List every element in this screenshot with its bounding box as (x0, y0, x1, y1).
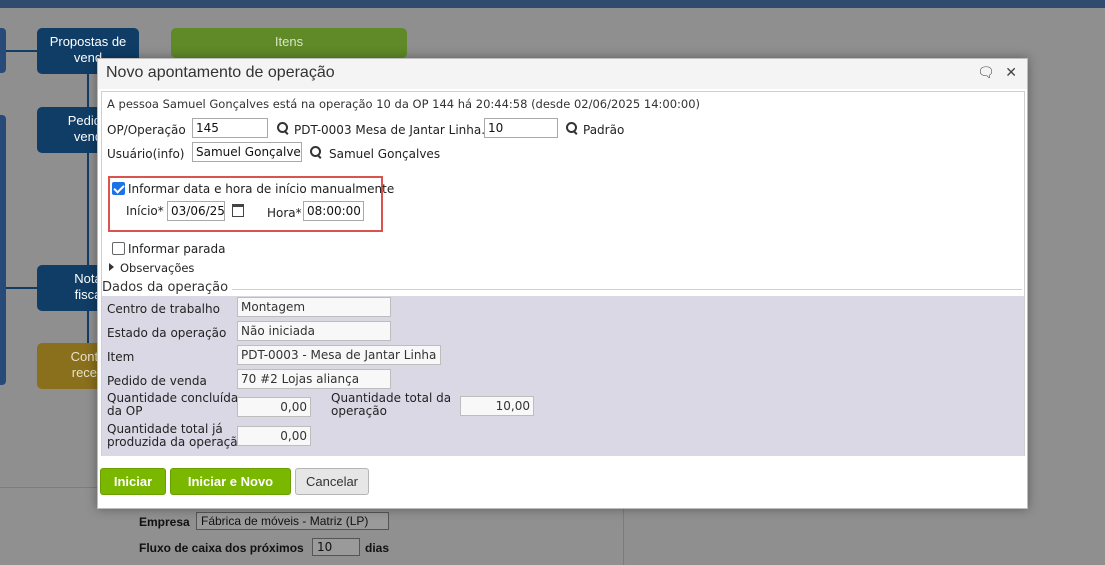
calendar-icon[interactable] (232, 204, 244, 217)
inicio-label: Início* (126, 204, 164, 218)
hora-input[interactable]: 08:00:00 (303, 201, 364, 221)
dialog: Novo apontamento de operação 🗨 ✕ A pesso… (97, 58, 1028, 509)
close-icon[interactable]: ✕ (1005, 65, 1017, 81)
search-icon[interactable] (276, 121, 290, 135)
op-input[interactable]: 145 (192, 118, 268, 138)
fluxo-label: Fluxo de caixa dos próximos (139, 541, 304, 555)
qtd-total-field: 10,00 (460, 396, 534, 416)
parada-checkbox[interactable] (112, 242, 125, 255)
pedido-field: 70 #2 Lojas aliança (237, 369, 391, 389)
centro-field: Montagem (237, 297, 391, 317)
qtd-concluida-label: Quantidade concluída da OP (107, 392, 238, 418)
flow-connector (6, 50, 37, 52)
operacao-input[interactable]: 10 (484, 118, 558, 138)
item-field: PDT-0003 - Mesa de Jantar Linha Ven (237, 345, 441, 365)
operacao-description: Padrão (583, 123, 625, 137)
empresa-select[interactable]: Fábrica de móveis - Matriz (LP) (196, 512, 389, 530)
dialog-body: A pessoa Samuel Gonçalves está na operaç… (101, 91, 1025, 456)
cancelar-button[interactable]: Cancelar (295, 468, 369, 495)
expand-caret-icon[interactable] (109, 263, 114, 271)
flow-connector (87, 74, 89, 107)
fluxo-unit: dias (365, 541, 390, 555)
op-description: PDT-0003 Mesa de Jantar Linha... (294, 123, 493, 137)
info-line: A pessoa Samuel Gonçalves está na operaç… (107, 97, 701, 111)
iniciar-novo-button[interactable]: Iniciar e Novo (170, 468, 291, 495)
pedido-label: Pedido de venda (107, 374, 207, 388)
qtd-produzida-label-line2: produzida da operação (107, 435, 245, 449)
qtd-produzida-field: 0,00 (237, 426, 311, 446)
flow-connector (6, 287, 37, 289)
comment-icon[interactable]: 🗨 (977, 65, 995, 81)
section-title: Dados da operação (102, 280, 233, 295)
parada-label: Informar parada (128, 242, 226, 256)
dialog-title: Novo apontamento de operação (106, 64, 335, 81)
qtd-total-label: Quantidade total da operação (331, 392, 451, 418)
usuario-input[interactable]: Samuel Gonçalves (192, 142, 302, 162)
bg-left-bar (0, 115, 6, 385)
hora-label: Hora* (267, 206, 302, 220)
divider (623, 505, 624, 565)
usuario-label: Usuário(info) (107, 147, 185, 161)
fluxo-input[interactable]: 10 (312, 538, 360, 556)
observacoes-toggle[interactable]: Observações (120, 261, 194, 275)
qtd-concluida-field: 0,00 (237, 397, 311, 417)
item-label: Item (107, 350, 135, 364)
top-bar (0, 0, 1105, 8)
estado-label: Estado da operação (107, 326, 227, 340)
dialog-header: Novo apontamento de operação 🗨 ✕ (98, 59, 1027, 89)
flow-box-itens[interactable]: Itens (171, 28, 407, 58)
centro-label: Centro de trabalho (107, 302, 220, 316)
qtd-total-label-line2: operação (331, 404, 387, 418)
empresa-label: Empresa (139, 515, 190, 529)
search-icon[interactable] (565, 121, 579, 135)
manual-datetime-checkbox[interactable] (112, 182, 125, 195)
qtd-produzida-label: Quantidade total já produzida da operaçã… (107, 423, 245, 449)
inicio-date-input[interactable]: 03/06/25 (167, 201, 225, 221)
qtd-concluida-label-line2: da OP (107, 404, 143, 418)
estado-field: Não iniciada (237, 321, 391, 341)
divider (222, 289, 1022, 290)
flow-connector (87, 153, 89, 265)
dialog-tools: 🗨 ✕ (971, 65, 1017, 81)
manual-datetime-label: Informar data e hora de início manualmen… (128, 182, 395, 196)
flow-connector (87, 311, 89, 343)
search-icon[interactable] (309, 145, 323, 159)
op-label: OP/Operação (107, 123, 186, 137)
iniciar-button[interactable]: Iniciar (100, 468, 166, 495)
usuario-description: Samuel Gonçalves (329, 147, 441, 161)
